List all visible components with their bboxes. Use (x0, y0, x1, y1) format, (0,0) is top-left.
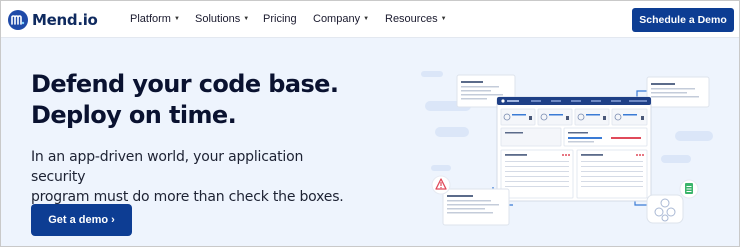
code-snippet-card (646, 76, 710, 108)
chevron-down-icon: ▼ (243, 16, 250, 22)
nav-solutions-label: Solutions (195, 13, 241, 25)
hero-title-line-2: Deploy on time. (31, 101, 237, 129)
hero-subtitle-line-1: In an app-driven world, your application… (31, 149, 304, 185)
get-demo-button[interactable]: Get a demo › (31, 204, 132, 236)
hero-title-line-1: Defend your code base. (31, 70, 339, 98)
hero-subtitle: In an app-driven world, your application… (31, 147, 361, 207)
nav-company[interactable]: Company ▼ (313, 13, 369, 25)
site-header: Mend.io Platform ▼ Solutions ▼ Pricing C… (1, 1, 739, 38)
chevron-down-icon: ▼ (363, 16, 370, 22)
chevron-down-icon: ▼ (173, 16, 180, 22)
nav-platform[interactable]: Platform ▼ (130, 13, 180, 25)
schedule-demo-button[interactable]: Schedule a Demo (632, 8, 734, 32)
nav-resources-label: Resources (385, 13, 438, 25)
nav-company-label: Company (313, 13, 361, 25)
nav-pricing-label: Pricing (263, 13, 297, 25)
document-icon (679, 179, 699, 199)
dashboard-window (496, 96, 652, 202)
dependency-graph-icon (646, 194, 684, 224)
dashboard-illustration (421, 69, 721, 244)
logo[interactable]: Mend.io (8, 10, 98, 30)
hero-title: Defend your code base. Deploy on time. (31, 69, 361, 131)
mend-logo-icon (8, 10, 28, 30)
dashboard-illustration-graphic (421, 71, 713, 226)
nav-platform-label: Platform (130, 13, 171, 25)
page-frame: Mend.io Platform ▼ Solutions ▼ Pricing C… (0, 0, 740, 247)
code-snippet-card (442, 188, 510, 226)
nav-solutions[interactable]: Solutions ▼ (195, 13, 249, 25)
brand-name: Mend.io (32, 11, 98, 29)
warning-icon (431, 175, 451, 195)
nav-pricing[interactable]: Pricing (263, 13, 297, 25)
nav-resources[interactable]: Resources ▼ (385, 13, 447, 25)
chevron-down-icon: ▼ (440, 16, 447, 22)
